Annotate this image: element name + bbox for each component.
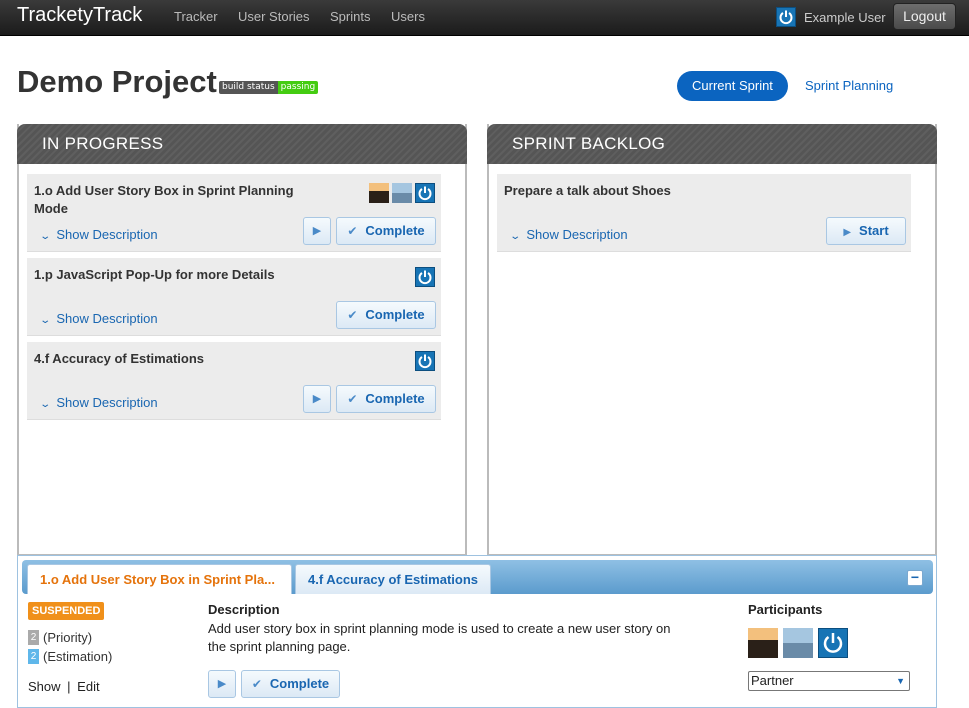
story-participants bbox=[369, 183, 435, 203]
detail-tab-other[interactable]: 4.f Accuracy of Estimations bbox=[295, 564, 492, 594]
priority-value: 2 bbox=[28, 630, 39, 645]
complete-button[interactable]: ✔ Complete bbox=[241, 670, 340, 698]
build-status-badge[interactable]: build status passing bbox=[219, 81, 319, 94]
chevron-down-icon: ⌄ bbox=[39, 399, 52, 410]
participants-list bbox=[748, 628, 848, 658]
priority-metric: 2 (Priority) bbox=[28, 630, 92, 645]
chevron-down-icon: ⌄ bbox=[39, 315, 52, 326]
badge-value: passing bbox=[277, 81, 319, 94]
play-button[interactable]: ▶ bbox=[303, 385, 331, 413]
power-icon bbox=[818, 628, 848, 658]
complete-label: Complete bbox=[365, 391, 425, 406]
estimation-metric: 2 (Estimation) bbox=[28, 649, 112, 664]
show-description-link[interactable]: ⌄ Show Description bbox=[39, 227, 158, 242]
link-separator: | bbox=[67, 679, 71, 694]
power-icon bbox=[415, 183, 435, 203]
complete-button[interactable]: ✔ Complete bbox=[336, 385, 436, 413]
power-icon bbox=[776, 7, 796, 27]
collapse-icon[interactable]: − bbox=[907, 570, 923, 586]
story-participants bbox=[415, 267, 435, 287]
avatar bbox=[783, 628, 813, 658]
tab-current-sprint[interactable]: Current Sprint bbox=[677, 71, 788, 101]
sprint-backlog-list: Prepare a talk about Shoes ⌄ Show Descrip… bbox=[497, 174, 911, 258]
story-title[interactable]: 1.p JavaScript Pop-Up for more Details bbox=[34, 266, 324, 284]
tab-sprint-planning[interactable]: Sprint Planning bbox=[790, 71, 908, 101]
check-icon: ✔ bbox=[347, 308, 358, 322]
check-icon: ✔ bbox=[347, 392, 358, 406]
start-label: Start bbox=[859, 223, 889, 238]
show-description-link[interactable]: ⌄ Show Description bbox=[509, 227, 628, 242]
power-icon bbox=[415, 351, 435, 371]
detail-tab-active[interactable]: 1.o Add User Story Box in Sprint Pla... bbox=[27, 564, 292, 594]
priority-label: (Priority) bbox=[43, 630, 93, 645]
description-heading: Description bbox=[208, 602, 280, 617]
user-name: Example User bbox=[804, 9, 886, 25]
story-card: 1.o Add User Story Box in Sprint Plannin… bbox=[27, 174, 441, 252]
status-badge: SUSPENDED bbox=[28, 602, 105, 620]
page-title: Demo Project bbox=[17, 64, 217, 99]
show-description-label: Show Description bbox=[56, 227, 158, 242]
check-icon: ✔ bbox=[251, 677, 262, 691]
story-card: Prepare a talk about Shoes ⌄ Show Descrip… bbox=[497, 174, 911, 252]
play-button[interactable]: ▶ bbox=[303, 217, 331, 245]
story-title[interactable]: 4.f Accuracy of Estimations bbox=[34, 350, 324, 368]
play-icon: ▶ bbox=[312, 225, 322, 237]
avatar bbox=[369, 183, 389, 203]
story-card: 4.f Accuracy of Estimations ⌄ Show Descri… bbox=[27, 342, 441, 420]
show-edit-links: Show | Edit bbox=[28, 679, 100, 694]
sprint-backlog-heading: SPRINT BACKLOG bbox=[487, 124, 937, 164]
power-icon bbox=[415, 267, 435, 287]
play-button[interactable]: ▶ bbox=[208, 670, 236, 698]
story-detail-panel: 1.o Add User Story Box in Sprint Pla... … bbox=[17, 555, 937, 708]
play-icon: ▶ bbox=[217, 678, 227, 690]
complete-button[interactable]: ✔ Complete bbox=[336, 301, 436, 329]
nav-users[interactable]: Users bbox=[391, 9, 425, 24]
chevron-down-icon: ⌄ bbox=[509, 231, 522, 242]
avatar bbox=[392, 183, 412, 203]
story-title[interactable]: Prepare a talk about Shoes bbox=[504, 182, 794, 200]
nav-sprints[interactable]: Sprints bbox=[330, 9, 370, 24]
description-text: Add user story box in sprint planning mo… bbox=[208, 621, 671, 654]
nav-tracker[interactable]: Tracker bbox=[174, 9, 218, 24]
story-participants bbox=[415, 351, 435, 371]
show-description-link[interactable]: ⌄ Show Description bbox=[39, 395, 158, 410]
sprint-backlog-column: SPRINT BACKLOG Prepare a talk about Shoe… bbox=[487, 124, 937, 556]
show-link[interactable]: Show bbox=[28, 679, 61, 694]
show-description-label: Show Description bbox=[56, 311, 158, 326]
in-progress-heading: IN PROGRESS bbox=[17, 124, 467, 164]
detail-tab-bar: 1.o Add User Story Box in Sprint Pla... … bbox=[22, 560, 933, 594]
complete-label: Complete bbox=[365, 223, 425, 238]
badge-label: build status bbox=[219, 81, 278, 94]
edit-link[interactable]: Edit bbox=[77, 679, 99, 694]
complete-button[interactable]: ✔ Complete bbox=[336, 217, 436, 245]
show-description-label: Show Description bbox=[56, 395, 158, 410]
role-select[interactable]: Partner ▼ bbox=[748, 671, 910, 691]
check-icon: ✔ bbox=[347, 224, 358, 238]
brand-logo[interactable]: TracketyTrack bbox=[17, 4, 142, 27]
estimation-value: 2 bbox=[28, 649, 39, 664]
in-progress-column: IN PROGRESS 1.o Add User Story Box in Sp… bbox=[17, 124, 467, 556]
show-description-link[interactable]: ⌄ Show Description bbox=[39, 311, 158, 326]
logout-button[interactable]: Logout bbox=[893, 3, 956, 30]
participants-heading: Participants bbox=[748, 602, 823, 617]
in-progress-list: 1.o Add User Story Box in Sprint Plannin… bbox=[27, 174, 441, 426]
play-icon: ▶ bbox=[843, 227, 852, 238]
play-icon: ▶ bbox=[312, 393, 322, 405]
complete-label: Complete bbox=[365, 307, 425, 322]
role-select-value: Partner bbox=[751, 673, 794, 688]
start-button[interactable]: ▶ Start bbox=[826, 217, 906, 245]
current-user[interactable]: Example User bbox=[776, 7, 886, 27]
chevron-down-icon: ▼ bbox=[896, 676, 905, 686]
top-navbar: TracketyTrack Tracker User Stories Sprin… bbox=[0, 0, 969, 36]
complete-label: Complete bbox=[269, 676, 330, 691]
show-description-label: Show Description bbox=[526, 227, 628, 242]
chevron-down-icon: ⌄ bbox=[39, 231, 52, 242]
nav-user-stories[interactable]: User Stories bbox=[238, 9, 310, 24]
story-card: 1.p JavaScript Pop-Up for more Details ⌄… bbox=[27, 258, 441, 336]
story-title[interactable]: 1.o Add User Story Box in Sprint Plannin… bbox=[34, 182, 324, 218]
avatar bbox=[748, 628, 778, 658]
estimation-label: (Estimation) bbox=[43, 649, 113, 664]
